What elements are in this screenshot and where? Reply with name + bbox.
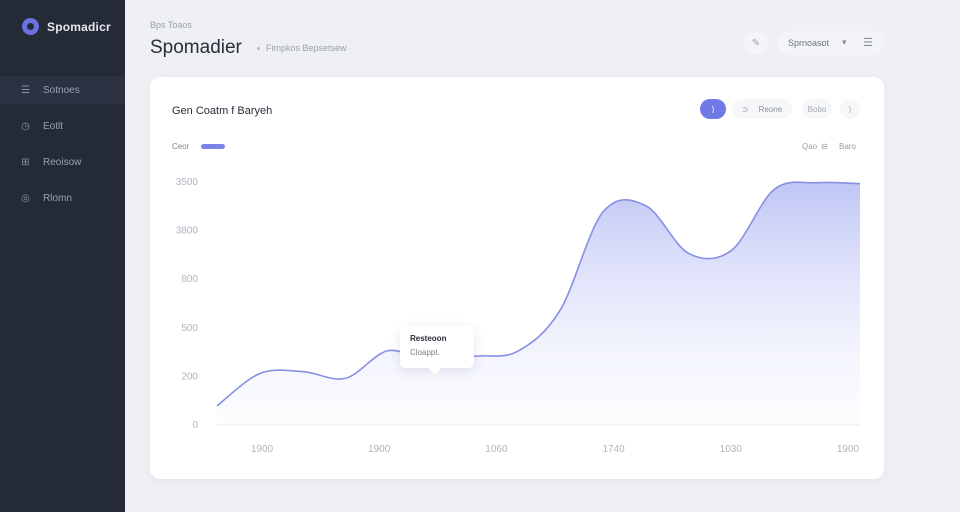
period-select[interactable]: Sprnoasot ▾ ☰	[778, 31, 884, 55]
x-tick-label: 1900	[368, 444, 391, 455]
app-name: Spomadicr	[47, 19, 111, 34]
clock-icon: ◷	[21, 120, 30, 132]
series-area	[217, 182, 860, 425]
x-tick-label: 1740	[602, 444, 625, 455]
y-tick-label: 200	[181, 371, 198, 382]
sidebar-item-3[interactable]: ⊞ Reoisow	[0, 148, 125, 176]
sidebar-item-label: Sotnoes	[43, 84, 80, 96]
tooltip-value: Cloappt.	[410, 348, 440, 357]
x-tick-label: 1900	[837, 444, 860, 455]
x-tick-label: 1900	[251, 444, 274, 455]
period-select-value: Sprnoasot	[788, 38, 830, 48]
y-tick-label: 3800	[176, 226, 199, 237]
x-tick-label: 1060	[485, 444, 508, 455]
sidebar-item-label: Reoisow	[43, 156, 82, 168]
chart-tooltip: Resteoon Cloappt.	[400, 326, 474, 368]
breadcrumb[interactable]: Bps Toaos	[150, 20, 192, 30]
chevron-down-icon: ▾	[842, 37, 847, 47]
chart-card: Gen Coatm f Baryeh ⟩ ⊃ Reone Bobo ⟩ Ceor…	[150, 77, 884, 479]
brand-logo-icon	[22, 18, 39, 35]
sidebar-item-4[interactable]: ◎ Rlomn	[0, 184, 125, 212]
page-subtitle-text: Fimpkos Bepsetsew	[266, 43, 347, 53]
grid-icon: ⊞	[21, 156, 30, 168]
y-tick-label: 800	[181, 274, 198, 285]
page-subtitle: Fimpkos Bepsetsew	[257, 43, 347, 53]
page-title: Spomadier	[150, 37, 242, 58]
brand[interactable]: Spomadicr	[22, 18, 111, 35]
separator-dot	[257, 46, 260, 50]
list-icon: ☰	[21, 84, 30, 96]
sidebar-item-1[interactable]: ☰ Sotnoes	[0, 76, 125, 104]
x-tick-label: 1030	[720, 444, 743, 455]
y-tick-label: 3500	[176, 177, 199, 188]
sidebar: Spomadicr ☰ Sotnoes ◷ Eotlt ⊞ Reoisow ◎ …	[0, 0, 125, 512]
sidebar-item-label: Rlomn	[43, 192, 72, 204]
sidebar-nav: ☰ Sotnoes ◷ Eotlt ⊞ Reoisow ◎ Rlomn	[0, 76, 125, 220]
menu-icon[interactable]: ☰	[863, 36, 873, 49]
globe-icon: ◎	[21, 192, 30, 204]
area-chart: 3500 3800 800 500 200 0 1900 1900 1060 1740 1030 1…	[176, 177, 861, 455]
sidebar-item-label: Eotlt	[43, 120, 64, 132]
y-tick-label: 0	[192, 420, 198, 431]
edit-icon[interactable]: ✎	[744, 32, 768, 54]
y-tick-label: 500	[181, 323, 198, 334]
sidebar-item-2[interactable]: ◷ Eotlt	[0, 112, 125, 140]
tooltip-title: Resteoon	[410, 334, 447, 343]
